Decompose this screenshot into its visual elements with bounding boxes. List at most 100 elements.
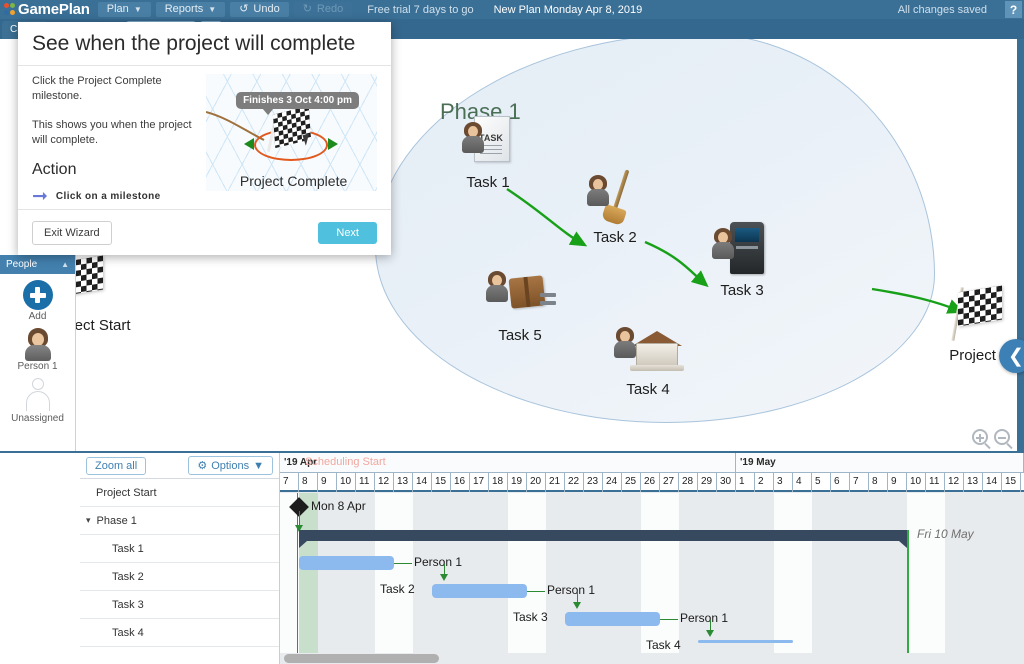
gantt-body[interactable]: Mon 8 Apr Fri 10 May Person 1 Task 2 Person … xyxy=(280,493,1024,664)
chevron-down-icon[interactable]: ▾ xyxy=(86,515,91,526)
node-label: Task 1 xyxy=(466,174,510,191)
gantt-row-project-start[interactable]: Project Start xyxy=(80,479,279,507)
gantt-weekend-column xyxy=(508,493,527,653)
triangle-up-icon[interactable]: ▲ xyxy=(61,260,69,269)
plan-menu-button[interactable]: Plan ▼ xyxy=(97,2,151,17)
gantt-task-bar[interactable] xyxy=(432,584,527,598)
gantt-weekend-column xyxy=(527,493,546,653)
wizard-action-heading: Action xyxy=(32,161,77,179)
plan-title: New Plan Monday Apr 8, 2019 xyxy=(493,3,643,16)
gantt-day-cell: 2 xyxy=(755,473,774,492)
people-item-person-1[interactable]: Person 1 xyxy=(0,328,75,372)
document-task-icon: TASK xyxy=(448,114,528,172)
gantt-day-cell: 7 xyxy=(850,473,869,492)
node-task-4[interactable]: Task 4 xyxy=(608,321,688,398)
gantt-day-cell: 27 xyxy=(660,473,679,492)
arrow-right-icon: ➞ xyxy=(32,186,48,208)
zoom-all-label: Zoom all xyxy=(95,459,138,472)
gantt-row-task-1[interactable]: Task 1 xyxy=(80,535,279,563)
gantt-day-cell: 19 xyxy=(508,473,527,492)
people-panel: People ▲ Add Person 1 Unassigned xyxy=(0,255,76,451)
people-item-unassigned[interactable]: Unassigned xyxy=(0,378,75,424)
exit-wizard-button[interactable]: Exit Wizard xyxy=(32,220,112,245)
node-task-1[interactable]: TASK Task 1 xyxy=(448,114,528,191)
gantt-day-cell: 15 xyxy=(432,473,451,492)
people-item-label: Person 1 xyxy=(17,361,58,372)
gantt-task-bar[interactable] xyxy=(565,612,660,626)
avatar-icon xyxy=(24,328,51,361)
gantt-task-bar[interactable] xyxy=(698,640,793,643)
checkered-flag-icon xyxy=(948,285,1024,345)
wizard-illustration: Finishes 3 Oct 4:00 pm Project Complete xyxy=(206,74,377,191)
gantt-day-cell: 4 xyxy=(793,473,812,492)
gantt-day-cell: 12 xyxy=(375,473,394,492)
gantt-day-cell: 29 xyxy=(698,473,717,492)
next-button[interactable]: Next xyxy=(318,221,377,244)
gantt-day-cell: 16 xyxy=(451,473,470,492)
trial-status: Free trial 7 days to go xyxy=(367,3,474,16)
gantt-row-task-4[interactable]: Task 4 xyxy=(80,619,279,647)
wizard-footer: Exit Wizard Next xyxy=(18,209,391,255)
zoom-in-icon[interactable] xyxy=(972,429,988,445)
gantt-day-cell: 20 xyxy=(527,473,546,492)
gantt-weekend-column xyxy=(926,493,945,653)
people-add-button[interactable]: Add xyxy=(0,280,75,322)
gantt-milestone-label: Mon 8 Apr xyxy=(311,499,366,513)
gantt-day-cell: 11 xyxy=(356,473,375,492)
gantt-row-label: Task 1 xyxy=(112,542,144,555)
gantt-task-bar[interactable] xyxy=(299,556,394,570)
gantt-row-label: Project Start xyxy=(96,486,157,499)
arrow-left-icon xyxy=(244,138,255,150)
gantt-day-cell: 30 xyxy=(717,473,736,492)
gantt-toolbar: Zoom all ⚙ Options ▼ xyxy=(80,453,279,479)
gantt-assignee-label: Person 1 xyxy=(414,555,463,569)
zoom-out-icon[interactable] xyxy=(994,429,1010,445)
gantt-row-label: Task 3 xyxy=(112,598,144,611)
gantt-summary-bar[interactable] xyxy=(299,530,907,541)
gantt-row-label: Phase 1 xyxy=(96,514,137,527)
gantt-day-cell: 5 xyxy=(812,473,831,492)
node-task-3[interactable]: Task 3 xyxy=(702,222,782,299)
gantt-row-phase-1[interactable]: ▾ Phase 1 xyxy=(80,507,279,535)
node-task-2[interactable]: Task 2 xyxy=(575,169,655,246)
zoom-all-button[interactable]: Zoom all xyxy=(86,456,147,475)
app-logo: GamePlan xyxy=(0,1,98,18)
reports-menu-button[interactable]: Reports ▼ xyxy=(155,2,226,17)
gantt-timeline[interactable]: '19 Apr '19 May Scheduling Start 7 8 9 10 11… xyxy=(280,453,1024,664)
node-label: Task 3 xyxy=(720,282,764,299)
gantt-finish-label: Fri 10 May xyxy=(917,527,974,541)
people-panel-header[interactable]: People ▲ xyxy=(0,255,75,274)
save-status: All changes saved xyxy=(897,3,987,16)
gantt-weekend-column xyxy=(660,493,679,653)
chevron-left-icon[interactable]: ❮ xyxy=(999,339,1024,373)
gantt-day-cell: 8 xyxy=(299,473,318,492)
gameplan-logo-icon xyxy=(4,3,15,16)
redo-button[interactable]: ↻ Redo xyxy=(293,2,353,17)
gantt-link-arrow xyxy=(706,630,714,637)
gantt-day-cell: 11 xyxy=(926,473,945,492)
gantt-horizontal-scrollbar[interactable] xyxy=(280,653,1024,664)
gantt-day-cell: 23 xyxy=(584,473,603,492)
arrow-right-icon xyxy=(328,138,339,150)
node-task-5[interactable]: Task 5 xyxy=(480,267,560,344)
node-label: Task 4 xyxy=(626,381,670,398)
gantt-row-label: Task 2 xyxy=(112,570,144,583)
gantt-day-cell: 9 xyxy=(888,473,907,492)
people-item-label: Unassigned xyxy=(11,413,64,424)
top-toolbar-right: All changes saved ? xyxy=(888,1,1024,18)
node-label: Task 2 xyxy=(593,229,637,246)
gantt-summary-cap xyxy=(899,541,907,548)
options-label: Options xyxy=(211,459,250,472)
gantt-day-cell: 14 xyxy=(983,473,1002,492)
gantt-link xyxy=(527,591,545,592)
help-button[interactable]: ? xyxy=(1005,1,1022,18)
broom-icon xyxy=(575,169,655,227)
gear-icon: ⚙ xyxy=(197,460,208,472)
gantt-row-label: Task 4 xyxy=(112,626,144,639)
reports-menu-label: Reports xyxy=(164,3,204,15)
gantt-day-header: 7 8 9 10 11 12 13 14 15 16 17 18 19 20 21 22 23 24 25 26 27 2… xyxy=(280,473,1024,492)
undo-button[interactable]: ↺ Undo xyxy=(230,2,289,17)
gantt-row-task-3[interactable]: Task 3 xyxy=(80,591,279,619)
gantt-row-task-2[interactable]: Task 2 xyxy=(80,563,279,591)
options-button[interactable]: ⚙ Options ▼ xyxy=(188,456,273,475)
